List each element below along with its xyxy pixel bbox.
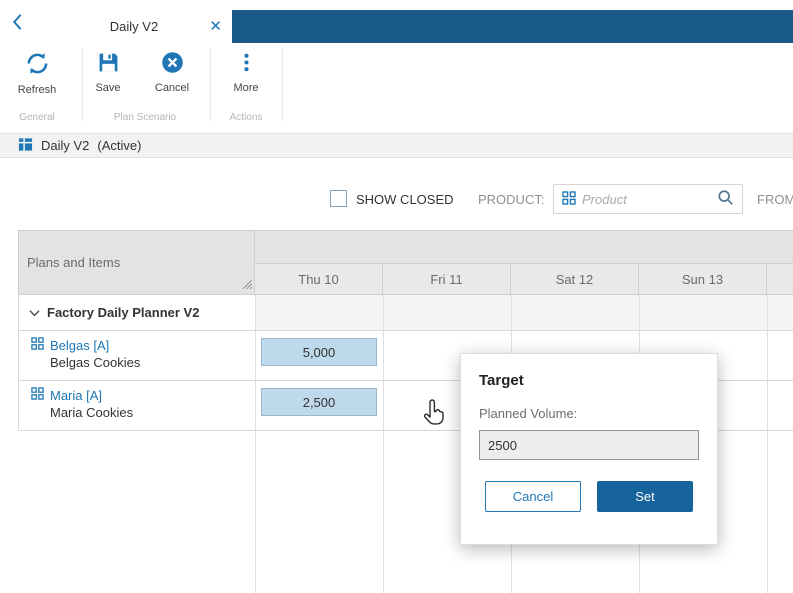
tab-title: Daily V2 (110, 19, 158, 34)
target-dialog: Target Planned Volume: Cancel Set (460, 353, 718, 545)
chevron-down-icon (29, 305, 40, 320)
toolbar-group-plan-scenario: Plan Scenario (84, 112, 206, 123)
more-button[interactable]: More (214, 50, 278, 94)
product-name: Belgas [A] (50, 338, 109, 353)
corner-header-label: Plans and Items (27, 255, 120, 270)
product-icon (562, 191, 576, 208)
plan-cell-value[interactable]: 2,500 (261, 388, 377, 416)
back-icon[interactable] (8, 13, 26, 31)
product-icon (31, 337, 44, 353)
dialog-set-button[interactable]: Set (597, 481, 693, 512)
plan-title-bar: Daily V2 (Active) (0, 133, 793, 158)
refresh-label: Refresh (5, 84, 69, 96)
plan-status: (Active) (97, 138, 141, 153)
product-search-input[interactable] (582, 192, 711, 207)
column-header-partial (767, 264, 793, 294)
header-band (255, 230, 793, 263)
from-filter-label: FROM (757, 192, 793, 207)
title-bar-strip (232, 10, 793, 43)
save-button[interactable]: Save (76, 50, 140, 94)
group-row-toggle[interactable]: Factory Daily Planner V2 (18, 295, 255, 331)
column-header-thu10[interactable]: Thu 10 (255, 264, 383, 294)
cancel-icon (160, 63, 185, 78)
product-subtitle: Maria Cookies (50, 405, 255, 420)
refresh-icon (24, 65, 51, 80)
group-row: Factory Daily Planner V2 (18, 295, 793, 331)
row-header-maria: Maria [A] Maria Cookies (18, 381, 255, 430)
show-closed-checkbox[interactable] (330, 190, 347, 207)
product-name: Maria [A] (50, 388, 102, 403)
resize-handle-icon[interactable] (241, 277, 252, 292)
toolbar-group-general: General (5, 112, 69, 123)
product-link[interactable]: Belgas [A] (31, 337, 255, 353)
grid-line (383, 295, 384, 593)
planned-volume-label: Planned Volume: (479, 406, 699, 421)
product-search-field[interactable] (553, 184, 743, 214)
toolbar-separator (210, 48, 211, 122)
dialog-cancel-button[interactable]: Cancel (485, 481, 581, 512)
row-header-belgas: Belgas [A] Belgas Cookies (18, 331, 255, 380)
save-label: Save (76, 82, 140, 94)
product-link[interactable]: Maria [A] (31, 387, 255, 403)
plan-title: Daily V2 (41, 138, 89, 153)
group-row-cells (255, 295, 793, 331)
search-icon[interactable] (717, 189, 734, 209)
cancel-label: Cancel (140, 82, 204, 94)
plan-icon (18, 137, 33, 155)
refresh-button[interactable]: Refresh (5, 50, 69, 96)
more-label: More (214, 82, 278, 94)
toolbar-group-actions: Actions (214, 112, 278, 123)
save-icon (96, 63, 121, 78)
dialog-buttons: Cancel Set (479, 481, 699, 512)
column-header-fri11[interactable]: Fri 11 (383, 264, 511, 294)
app-window: Daily V2 ✕ Refresh Save (0, 0, 793, 593)
planned-volume-input[interactable] (479, 430, 699, 460)
toolbar-separator (282, 48, 283, 122)
product-subtitle: Belgas Cookies (50, 355, 255, 370)
grid-line (255, 295, 256, 593)
cancel-button[interactable]: Cancel (140, 50, 204, 94)
column-header-sat12[interactable]: Sat 12 (511, 264, 639, 294)
close-icon[interactable]: ✕ (209, 17, 222, 35)
product-filter-label: PRODUCT: (478, 192, 544, 207)
corner-header: Plans and Items (18, 230, 255, 295)
grid-line (767, 295, 768, 593)
product-icon (31, 387, 44, 403)
show-closed-label: SHOW CLOSED (356, 192, 454, 207)
column-header-sun13[interactable]: Sun 13 (639, 264, 767, 294)
group-row-label: Factory Daily Planner V2 (47, 305, 199, 320)
dialog-title: Target (479, 372, 699, 389)
more-icon (234, 63, 259, 78)
date-column-headers: Thu 10 Fri 11 Sat 12 Sun 13 (255, 263, 793, 295)
plan-cell-value[interactable]: 5,000 (261, 338, 377, 366)
tab-daily-v2[interactable]: Daily V2 ✕ (36, 10, 232, 43)
toolbar-separator (82, 48, 83, 122)
